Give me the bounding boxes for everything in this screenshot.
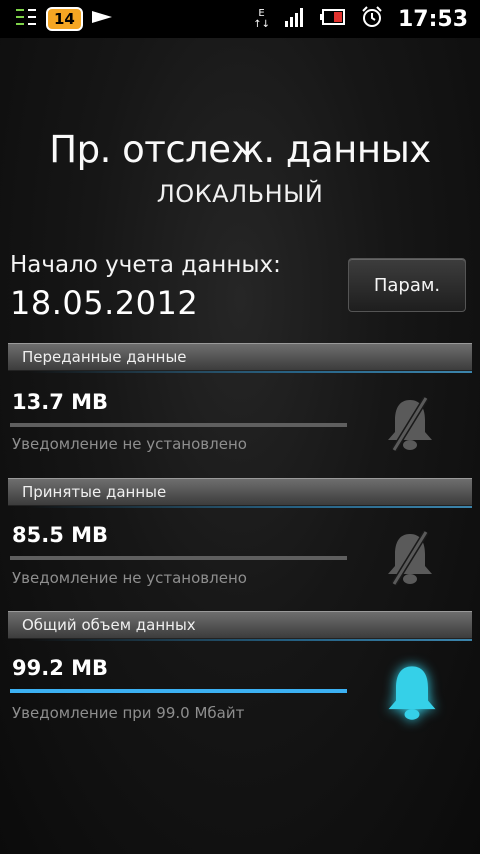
notification-count-badge: 14 (46, 7, 83, 31)
bell-off-icon[interactable] (380, 528, 440, 588)
play-icon (91, 9, 113, 29)
screen: 14 E ↑↓ 17:53 Пр. отслеж. данных ЛОКАЛЬН… (0, 0, 480, 854)
clock: 17:53 (397, 6, 468, 32)
total-progress-bar (10, 689, 347, 693)
received-amount: 85.5 MB (12, 523, 109, 547)
status-bar: 14 E ↑↓ 17:53 (0, 0, 480, 38)
start-date-label: Начало учета данных: (10, 252, 281, 278)
sent-amount: 13.7 MB (12, 390, 109, 414)
section-header-sent: Переданные данные (8, 343, 472, 373)
bell-on-icon[interactable] (380, 660, 440, 720)
start-date-value: 18.05.2012 (10, 284, 199, 322)
page-subtitle: ЛОКАЛЬНЫЙ (156, 180, 324, 208)
sent-notification-status: Уведомление не установлено (12, 435, 247, 453)
sent-progress-bar (10, 423, 347, 427)
section-header-received: Принятые данные (8, 478, 472, 508)
battery-icon (319, 8, 346, 30)
total-amount: 99.2 MB (12, 656, 109, 680)
usb-debug-icon (14, 6, 38, 32)
received-notification-status: Уведомление не установлено (12, 569, 247, 587)
alarm-icon (360, 5, 384, 33)
received-progress-bar (10, 556, 347, 560)
edge-data-icon: E ↑↓ (253, 8, 270, 30)
total-notification-status: Уведомление при 99.0 Мбайт (12, 704, 245, 722)
edge-network-label: E (258, 8, 265, 19)
bell-off-icon[interactable] (380, 394, 440, 454)
section-header-total: Общий объем данных (8, 611, 472, 641)
params-button[interactable]: Парам. (348, 258, 466, 312)
page-title: Пр. отслеж. данных (49, 128, 431, 171)
total-progress-fill (10, 689, 347, 693)
signal-icon (284, 6, 306, 32)
